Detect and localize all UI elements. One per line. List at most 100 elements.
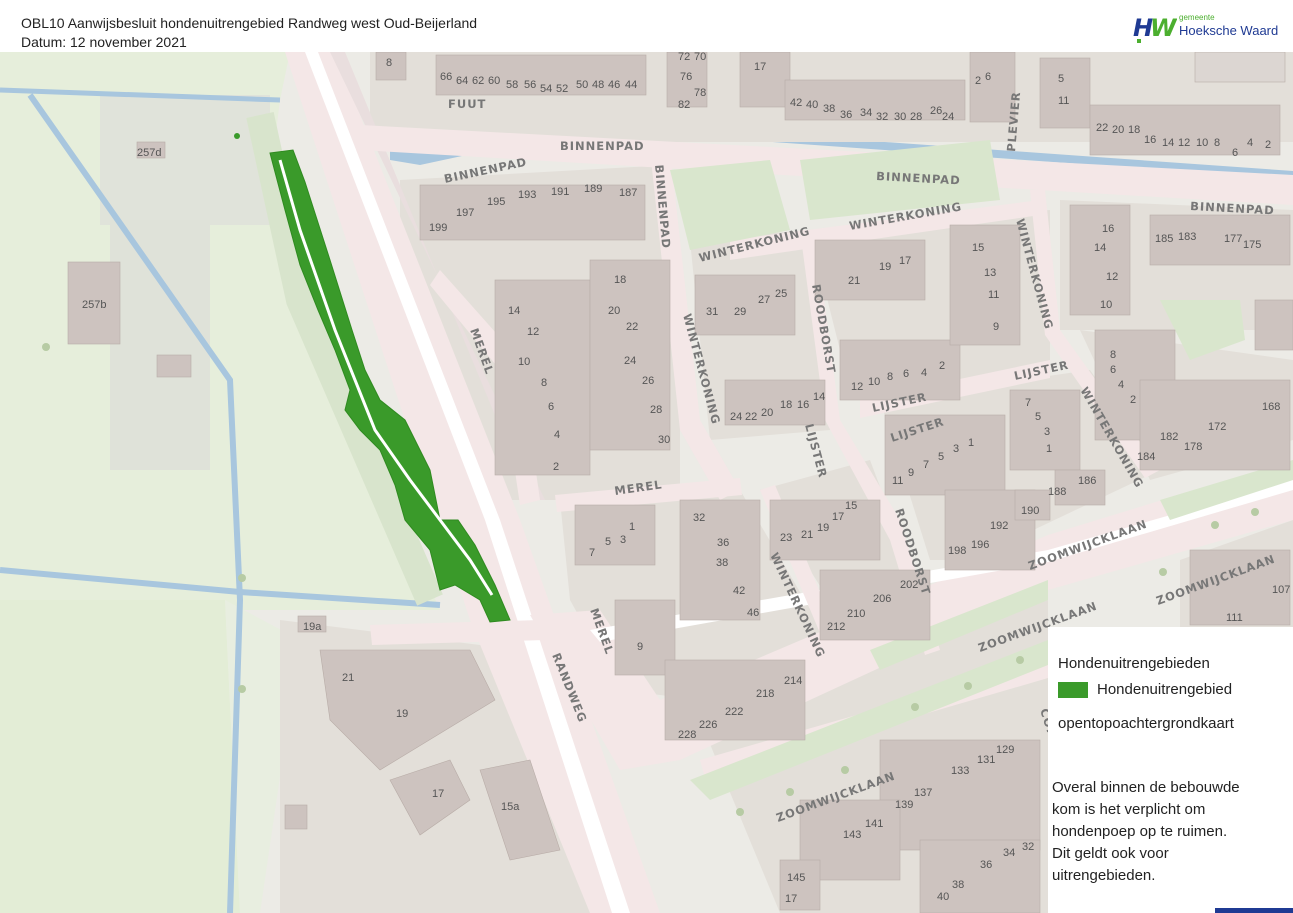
house-number: 19: [879, 261, 891, 273]
legend-title: Hondenuitrengebieden: [1058, 655, 1210, 672]
house-number: 12: [1106, 271, 1118, 283]
house-number: 36: [840, 109, 852, 121]
house-number: 19: [817, 522, 829, 534]
legend-background-label: opentopoachtergrondkaart: [1058, 715, 1234, 732]
house-number: 8: [1214, 137, 1220, 149]
house-number: 13: [984, 267, 996, 279]
house-number: 11: [1058, 95, 1069, 107]
house-number: 23: [780, 532, 792, 544]
house-number: 20: [608, 305, 620, 317]
house-number: 58: [506, 79, 518, 91]
house-number: 31: [706, 306, 718, 318]
legend-item-label: Hondenuitrengebied: [1097, 681, 1233, 698]
house-number: 5: [1058, 73, 1064, 85]
house-number: 4: [554, 429, 560, 441]
house-number: 8: [887, 371, 893, 383]
house-number: 52: [556, 83, 568, 95]
house-number: 18: [780, 399, 792, 411]
house-number: 16: [1144, 134, 1156, 146]
legend-note-line: Overal binnen de bebouwde: [1052, 779, 1240, 796]
house-number: 8: [1110, 349, 1116, 361]
house-number: 210: [847, 608, 865, 620]
house-number: 82: [678, 99, 690, 111]
house-number: 50: [576, 79, 588, 91]
house-number: 32: [1022, 841, 1034, 853]
house-number: 25: [775, 288, 787, 300]
house-number: 9: [637, 641, 643, 653]
house-number: 8: [541, 377, 547, 389]
house-number: 2: [553, 461, 559, 473]
house-number: 40: [806, 99, 818, 111]
house-number: 192: [990, 520, 1008, 532]
footer-bar: [1215, 908, 1293, 913]
house-number: 21: [342, 672, 354, 684]
house-number: 62: [472, 75, 484, 87]
house-number: 2: [1265, 139, 1271, 151]
house-number: 20: [761, 407, 773, 419]
house-number: 3: [953, 443, 959, 455]
house-number: 6: [1110, 364, 1116, 376]
house-number: 214: [784, 675, 802, 687]
house-number: 6: [1232, 147, 1238, 159]
house-number: 34: [860, 107, 872, 119]
house-number: 1: [968, 437, 974, 449]
house-number: 21: [801, 529, 813, 541]
house-number: 3: [620, 534, 626, 546]
house-number: 66: [440, 71, 452, 83]
house-number: 24: [730, 411, 742, 423]
house-number: 141: [865, 818, 883, 830]
house-number: 16: [1102, 223, 1114, 235]
house-number: 24: [942, 111, 954, 123]
house-number: 20: [1112, 124, 1124, 136]
house-number: 14: [1162, 137, 1174, 149]
house-number: 185: [1155, 233, 1173, 245]
house-number: 36: [980, 859, 992, 871]
legend-swatch: [1058, 682, 1088, 698]
house-number: 14: [1094, 242, 1106, 254]
house-number: 196: [971, 539, 989, 551]
house-number: 19: [396, 708, 408, 720]
house-number: 46: [747, 607, 759, 619]
house-number: 72: [678, 52, 690, 63]
house-number: 56: [524, 79, 536, 91]
house-number: 2: [939, 360, 945, 372]
house-number: 189: [584, 183, 602, 195]
house-number: 9: [908, 467, 914, 479]
house-number: 2: [1130, 394, 1136, 406]
house-number: 17: [785, 893, 797, 905]
house-number: 21: [848, 275, 860, 287]
house-number: 177: [1224, 233, 1242, 245]
house-number: 1: [629, 521, 635, 533]
house-number: 178: [1184, 441, 1202, 453]
house-number: 28: [910, 111, 922, 123]
house-number: 7: [1025, 397, 1031, 409]
house-number: 30: [658, 434, 670, 446]
house-number: 26: [642, 375, 654, 387]
street-binnenpad-label: BINNENPAD: [560, 139, 645, 153]
house-number: 18: [1128, 124, 1140, 136]
house-number: 228: [678, 729, 696, 741]
house-number: 202: [900, 579, 918, 591]
house-number: 76: [680, 71, 692, 83]
house-number: 38: [823, 103, 835, 115]
house-number: 222: [725, 706, 743, 718]
house-number: 18: [614, 274, 626, 286]
house-number: 14: [508, 305, 520, 317]
map-legend: Hondenuitrengebieden Hondenuitrengebied …: [1048, 627, 1293, 913]
house-number: 188: [1048, 486, 1066, 498]
house-number: 44: [625, 79, 637, 91]
house-number: 60: [488, 75, 500, 87]
map-header: OBL10 Aanwijsbesluit hondenuitrengebied …: [0, 0, 1293, 52]
map-title: OBL10 Aanwijsbesluit hondenuitrengebied …: [21, 15, 478, 31]
house-number: 199: [429, 222, 447, 234]
house-number: 4: [1118, 379, 1124, 391]
house-number: 36: [717, 537, 729, 549]
hw-logo-icon: H W: [1133, 14, 1178, 43]
house-number: 186: [1078, 475, 1096, 487]
street-fuut-label: FUUT: [448, 97, 486, 111]
house-number: 12: [851, 381, 863, 393]
house-number: 15: [845, 500, 857, 512]
house-number: 34: [1003, 847, 1015, 859]
house-number: 226: [699, 719, 717, 731]
house-number: 11: [988, 289, 999, 301]
